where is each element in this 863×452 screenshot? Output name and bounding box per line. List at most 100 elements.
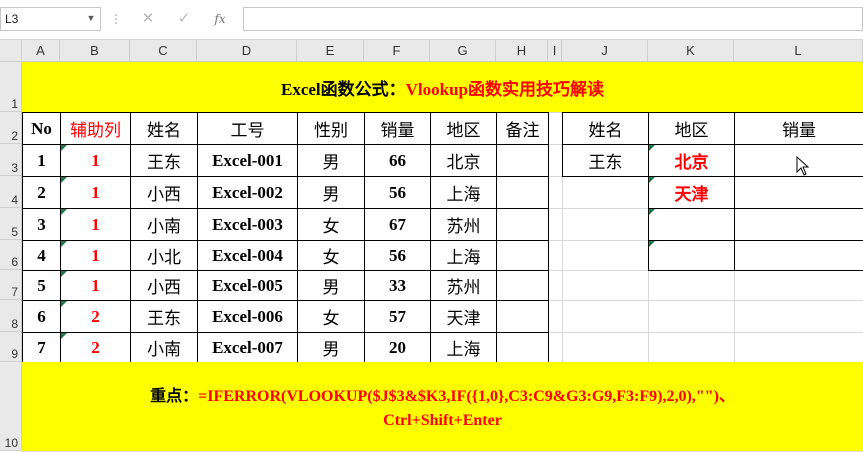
- lookup-cell[interactable]: [734, 240, 863, 271]
- row-header-10[interactable]: 10: [0, 362, 22, 451]
- row-header-1[interactable]: 1: [0, 62, 22, 112]
- table-cell[interactable]: 67: [364, 208, 431, 241]
- table-cell[interactable]: 1: [22, 144, 61, 177]
- column-header-k[interactable]: K: [648, 40, 734, 62]
- table-cell[interactable]: 6: [22, 300, 61, 333]
- table-cell[interactable]: 王东: [130, 144, 198, 177]
- column-header-c[interactable]: C: [130, 40, 197, 62]
- lookup-cell[interactable]: [648, 240, 735, 271]
- lookup-cell[interactable]: 北京: [648, 144, 735, 177]
- column-header-a[interactable]: A: [22, 40, 60, 62]
- table-cell[interactable]: 1: [60, 240, 131, 271]
- table-cell[interactable]: 2: [22, 176, 61, 209]
- insert-function-icon[interactable]: fx: [209, 8, 231, 30]
- table-cell[interactable]: Excel-001: [197, 144, 298, 177]
- table-cell[interactable]: 57: [364, 300, 431, 333]
- column-header-j[interactable]: J: [562, 40, 648, 62]
- table-header-cell[interactable]: 销量: [364, 112, 431, 145]
- column-header-f[interactable]: F: [364, 40, 430, 62]
- table-cell[interactable]: 女: [297, 240, 365, 271]
- table-cell[interactable]: 56: [364, 176, 431, 209]
- confirm-icon[interactable]: ✓: [173, 8, 195, 30]
- lookup-cell[interactable]: [734, 176, 863, 209]
- table-cell[interactable]: 2: [60, 332, 131, 363]
- lookup-header-cell[interactable]: 销量: [734, 112, 863, 145]
- table-cell[interactable]: Excel-002: [197, 176, 298, 209]
- row-header-8[interactable]: 8: [0, 300, 22, 332]
- table-cell[interactable]: 56: [364, 240, 431, 271]
- row-header-7[interactable]: 7: [0, 270, 22, 300]
- table-cell[interactable]: 男: [297, 144, 365, 177]
- table-cell[interactable]: 66: [364, 144, 431, 177]
- row-header-2[interactable]: 2: [0, 112, 22, 144]
- table-cell[interactable]: [496, 300, 549, 333]
- row-header-4[interactable]: 4: [0, 176, 22, 208]
- row-header-6[interactable]: 6: [0, 240, 22, 270]
- table-cell[interactable]: 33: [364, 270, 431, 301]
- table-cell[interactable]: 7: [22, 332, 61, 363]
- column-header-d[interactable]: D: [197, 40, 297, 62]
- table-cell[interactable]: Excel-003: [197, 208, 298, 241]
- lookup-cell[interactable]: 天津: [648, 176, 735, 209]
- table-cell[interactable]: [496, 270, 549, 301]
- table-cell[interactable]: 天津: [430, 300, 497, 333]
- formula-input[interactable]: [243, 7, 863, 31]
- table-cell[interactable]: 苏州: [430, 270, 497, 301]
- table-cell[interactable]: 小南: [130, 208, 198, 241]
- table-cell[interactable]: 小西: [130, 176, 198, 209]
- table-cell[interactable]: 小南: [130, 332, 198, 363]
- table-cell[interactable]: 小北: [130, 240, 198, 271]
- table-header-cell[interactable]: 地区: [430, 112, 497, 145]
- chevron-down-icon[interactable]: ▼: [84, 8, 98, 28]
- table-cell[interactable]: 北京: [430, 144, 497, 177]
- column-header-h[interactable]: H: [496, 40, 548, 62]
- table-cell[interactable]: 1: [60, 176, 131, 209]
- table-header-cell[interactable]: 工号: [197, 112, 298, 145]
- lookup-cell[interactable]: [734, 208, 863, 241]
- table-cell[interactable]: 2: [60, 300, 131, 333]
- table-cell[interactable]: 上海: [430, 240, 497, 271]
- column-header-g[interactable]: G: [430, 40, 496, 62]
- more-options-icon[interactable]: ⋮: [110, 8, 122, 30]
- table-cell[interactable]: [496, 240, 549, 271]
- table-header-cell[interactable]: 姓名: [130, 112, 198, 145]
- column-header-e[interactable]: E: [297, 40, 364, 62]
- table-cell[interactable]: 男: [297, 332, 365, 363]
- table-cell[interactable]: 1: [60, 270, 131, 301]
- table-header-cell[interactable]: No: [22, 112, 61, 145]
- table-cell[interactable]: Excel-005: [197, 270, 298, 301]
- table-cell[interactable]: [496, 144, 549, 177]
- table-cell[interactable]: 王东: [130, 300, 198, 333]
- table-cell[interactable]: 上海: [430, 332, 497, 363]
- table-cell[interactable]: 4: [22, 240, 61, 271]
- table-cell[interactable]: [496, 208, 549, 241]
- table-cell[interactable]: Excel-006: [197, 300, 298, 333]
- table-cell[interactable]: 1: [60, 208, 131, 241]
- table-cell[interactable]: Excel-004: [197, 240, 298, 271]
- table-cell[interactable]: 小西: [130, 270, 198, 301]
- select-all-corner[interactable]: [0, 40, 22, 62]
- lookup-cell[interactable]: 王东: [562, 144, 649, 177]
- table-cell[interactable]: [496, 176, 549, 209]
- lookup-header-cell[interactable]: 姓名: [562, 112, 649, 145]
- lookup-cell[interactable]: [648, 208, 735, 241]
- table-cell[interactable]: 男: [297, 176, 365, 209]
- lookup-header-cell[interactable]: 地区: [648, 112, 735, 145]
- table-cell[interactable]: Excel-007: [197, 332, 298, 363]
- column-header-i[interactable]: I: [548, 40, 562, 62]
- table-cell[interactable]: 上海: [430, 176, 497, 209]
- table-cell[interactable]: 男: [297, 270, 365, 301]
- table-cell[interactable]: 女: [297, 208, 365, 241]
- table-header-cell[interactable]: 辅助列: [60, 112, 131, 145]
- row-header-3[interactable]: 3: [0, 144, 22, 176]
- table-cell[interactable]: 苏州: [430, 208, 497, 241]
- column-header-l[interactable]: L: [734, 40, 863, 62]
- table-cell[interactable]: 1: [60, 144, 131, 177]
- table-header-cell[interactable]: 性别: [297, 112, 365, 145]
- table-cell[interactable]: 3: [22, 208, 61, 241]
- column-header-b[interactable]: B: [60, 40, 130, 62]
- table-cell[interactable]: [496, 332, 549, 363]
- row-header-9[interactable]: 9: [0, 332, 22, 362]
- table-header-cell[interactable]: 备注: [496, 112, 549, 145]
- table-cell[interactable]: 女: [297, 300, 365, 333]
